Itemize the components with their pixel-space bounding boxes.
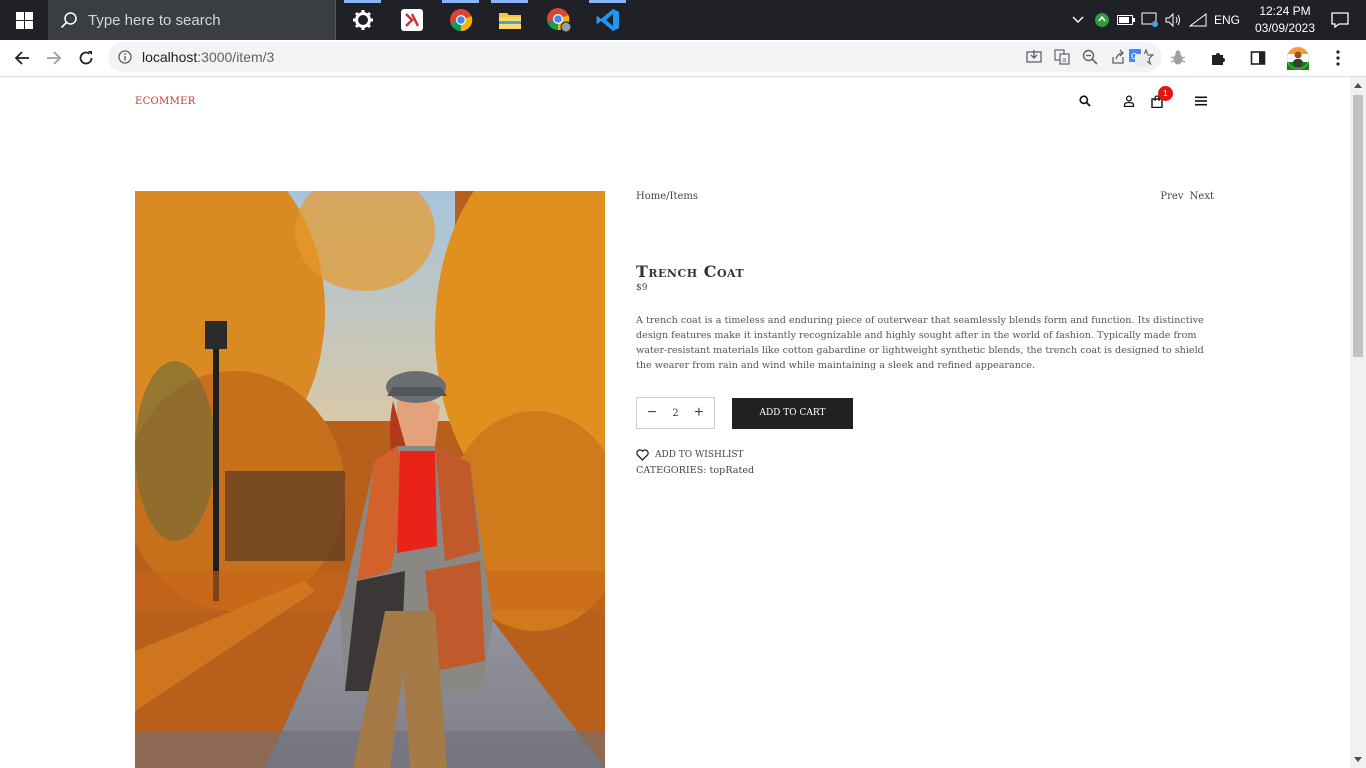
taskbar-search-placeholder: Type here to search bbox=[88, 11, 221, 29]
wishlist-label: ADD TO WISHLIST bbox=[655, 450, 744, 460]
increment-button[interactable]: + bbox=[689, 404, 709, 422]
language-indicator[interactable]: ENG bbox=[1210, 0, 1244, 40]
zoom-out-icon[interactable] bbox=[1082, 49, 1098, 65]
translate-extension-button[interactable]: G bbox=[1122, 42, 1154, 74]
bug-icon bbox=[1170, 50, 1186, 65]
chrome-menu-button[interactable] bbox=[1322, 42, 1354, 74]
arrow-left-icon bbox=[14, 51, 29, 65]
profile-button[interactable] bbox=[1282, 42, 1314, 74]
info-icon[interactable] bbox=[118, 50, 132, 64]
next-link[interactable]: Next bbox=[1190, 191, 1214, 202]
product-categories: CATEGORIES: topRated bbox=[636, 465, 755, 476]
hamburger-menu-icon bbox=[1195, 96, 1207, 106]
notification-button[interactable] bbox=[1320, 0, 1360, 40]
search-icon bbox=[60, 12, 77, 29]
taskbar-vscode[interactable] bbox=[583, 0, 632, 40]
wifi-icon[interactable] bbox=[1186, 0, 1210, 40]
vscode-icon bbox=[596, 9, 619, 31]
site-header: ECOMMER 1 bbox=[135, 77, 1215, 125]
scrollbar-thumb[interactable] bbox=[1353, 95, 1363, 357]
reload-button[interactable] bbox=[70, 42, 102, 74]
scroll-down-icon[interactable] bbox=[1354, 757, 1362, 762]
google-translate-icon: G bbox=[1129, 49, 1147, 67]
svg-text:a: a bbox=[1062, 56, 1066, 64]
file-explorer-icon bbox=[498, 13, 521, 29]
extensions-area: G bbox=[1122, 40, 1366, 76]
product-price: $9 bbox=[636, 283, 648, 293]
sync-icon[interactable] bbox=[1090, 0, 1114, 40]
svg-text:G: G bbox=[1131, 52, 1137, 61]
prev-next-nav: Prev Next bbox=[1160, 191, 1214, 202]
heart-icon bbox=[636, 449, 649, 461]
avatar bbox=[1286, 46, 1310, 70]
product-image bbox=[135, 191, 605, 768]
decrement-button[interactable]: − bbox=[642, 404, 662, 422]
header-icons: 1 bbox=[1071, 77, 1215, 125]
breadcrumb-row: Home/Items Prev Next bbox=[636, 191, 1214, 202]
account-button[interactable] bbox=[1115, 87, 1143, 115]
quantity-value: 2 bbox=[672, 407, 679, 419]
battery-icon[interactable] bbox=[1114, 0, 1138, 40]
volume-icon[interactable] bbox=[1162, 0, 1186, 40]
quantity-stepper: − 2 + bbox=[636, 397, 715, 429]
start-button[interactable] bbox=[0, 0, 48, 40]
app-icon bbox=[400, 9, 423, 31]
url-text: localhost:3000/item/3 bbox=[142, 49, 274, 65]
clock-time: 12:24 PM bbox=[1259, 4, 1311, 18]
arrow-right-icon bbox=[47, 51, 62, 65]
clock-date: 03/09/2023 bbox=[1254, 21, 1316, 35]
chevron-up-icon[interactable] bbox=[1066, 0, 1090, 40]
kebab-menu-icon bbox=[1336, 50, 1340, 66]
taskbar: Type here to search ENG 12:24 PM 03/09/2… bbox=[0, 0, 1366, 40]
clock[interactable]: 12:24 PM 03/09/2023 bbox=[1250, 3, 1320, 37]
puzzle-icon bbox=[1212, 53, 1225, 65]
add-to-cart-button[interactable]: ADD TO CART bbox=[732, 397, 853, 429]
system-tray: ENG 12:24 PM 03/09/2023 bbox=[1066, 0, 1366, 40]
chrome-icon bbox=[449, 9, 472, 32]
extensions-button[interactable] bbox=[1202, 42, 1234, 74]
taskbar-chrome-profile[interactable] bbox=[534, 0, 583, 40]
breadcrumb[interactable]: Home/Items bbox=[636, 191, 698, 202]
purchase-row: − 2 + ADD TO CART bbox=[636, 397, 1214, 429]
url-host: localhost bbox=[142, 49, 198, 65]
menu-button[interactable] bbox=[1187, 87, 1215, 115]
side-panel-button[interactable] bbox=[1242, 42, 1274, 74]
taskbar-file-explorer[interactable] bbox=[485, 0, 534, 40]
notification-icon bbox=[1331, 12, 1349, 28]
product-photo bbox=[135, 191, 605, 768]
search-icon bbox=[1079, 95, 1091, 107]
back-button[interactable] bbox=[6, 42, 38, 74]
url-path: :3000/item/3 bbox=[197, 49, 275, 65]
taskbar-app[interactable] bbox=[387, 0, 436, 40]
settings-icon bbox=[352, 10, 373, 30]
browser-toolbar: localhost:3000/item/3 a G bbox=[0, 40, 1366, 77]
prev-link[interactable]: Prev bbox=[1160, 191, 1183, 202]
product-title: Trench Coat bbox=[636, 262, 745, 281]
display-icon[interactable] bbox=[1138, 0, 1162, 40]
user-icon bbox=[1123, 95, 1135, 107]
product-description: A trench coat is a timeless and enduring… bbox=[636, 315, 1204, 371]
scroll-up-icon[interactable] bbox=[1354, 83, 1362, 88]
taskbar-search[interactable]: Type here to search bbox=[48, 0, 336, 40]
taskbar-settings[interactable] bbox=[338, 0, 387, 40]
taskbar-chrome[interactable] bbox=[436, 0, 485, 40]
cart-count-badge: 1 bbox=[1158, 86, 1173, 101]
site-logo[interactable]: ECOMMER bbox=[135, 96, 196, 107]
translate-icon[interactable]: a bbox=[1054, 49, 1070, 65]
search-button[interactable] bbox=[1071, 87, 1099, 115]
product-details: Home/Items Prev Next Trench Coat $9 A tr… bbox=[636, 191, 1214, 476]
cart-button[interactable]: 1 bbox=[1143, 86, 1173, 115]
page-scrollbar[interactable] bbox=[1350, 77, 1366, 768]
address-bar[interactable]: localhost:3000/item/3 a bbox=[108, 42, 1162, 72]
side-panel-icon bbox=[1250, 51, 1266, 65]
page-content: ECOMMER 1 Home/Items Prev Next Trench Co… bbox=[0, 77, 1350, 768]
reload-icon bbox=[79, 51, 93, 65]
install-icon[interactable] bbox=[1026, 49, 1042, 65]
windows-icon bbox=[15, 11, 33, 29]
bug-extension-button[interactable] bbox=[1162, 42, 1194, 74]
add-to-wishlist-link[interactable]: ADD TO WISHLIST bbox=[636, 449, 1214, 461]
forward-button[interactable] bbox=[38, 42, 70, 74]
chrome-profile-icon bbox=[546, 8, 571, 33]
